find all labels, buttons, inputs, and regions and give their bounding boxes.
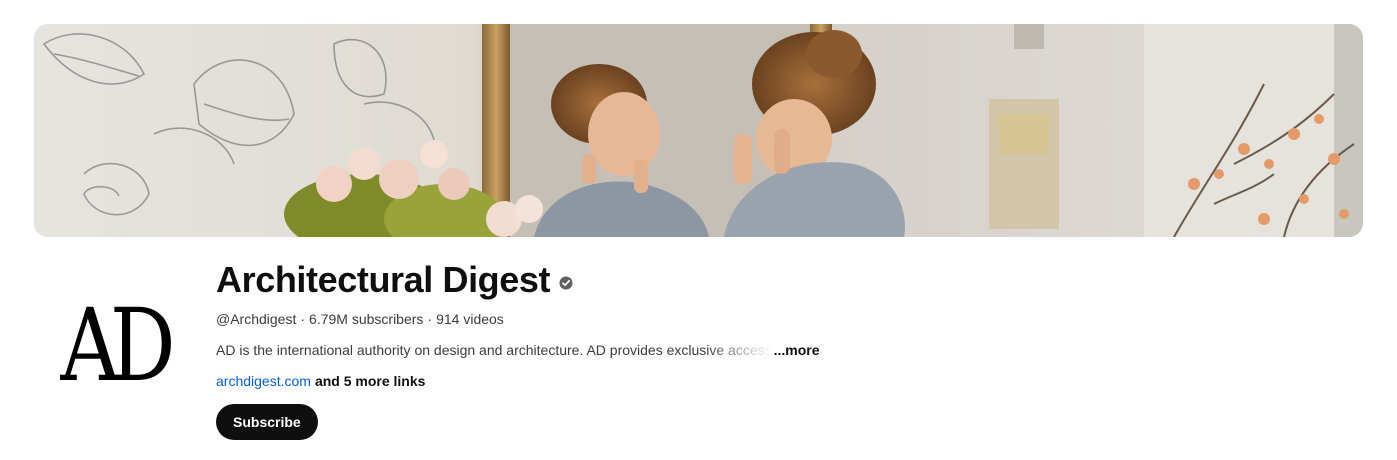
- channel-title: Architectural Digest: [216, 259, 551, 300]
- channel-title-row: Architectural Digest: [216, 256, 1316, 304]
- channel-header: AD Architectural Digest @Archdigest · 6.…: [0, 0, 1397, 460]
- description-more-button[interactable]: ...more: [774, 342, 820, 358]
- channel-description[interactable]: AD is the international authority on des…: [216, 340, 1316, 360]
- channel-avatar[interactable]: AD: [40, 268, 196, 424]
- channel-links: archdigest.com and 5 more links: [216, 371, 1316, 391]
- verified-check-icon: [559, 276, 573, 290]
- ad-logo: AD: [60, 287, 175, 404]
- description-text: AD is the international authority on des…: [216, 342, 772, 358]
- subscribe-button[interactable]: Subscribe: [216, 404, 318, 440]
- website-link[interactable]: archdigest.com: [216, 373, 311, 389]
- channel-banner: [34, 24, 1363, 237]
- channel-info: Architectural Digest @Archdigest · 6.79M…: [216, 256, 1316, 440]
- more-links-button[interactable]: and 5 more links: [315, 373, 425, 389]
- channel-handle: @Archdigest: [216, 311, 297, 327]
- banner-illustration: [34, 24, 1363, 237]
- channel-meta: @Archdigest · 6.79M subscribers · 914 vi…: [216, 309, 1316, 329]
- subscriber-count: 6.79M subscribers: [309, 311, 424, 327]
- meta-separator: ·: [427, 311, 433, 327]
- video-count: 914 videos: [436, 311, 504, 327]
- meta-separator: ·: [300, 311, 306, 327]
